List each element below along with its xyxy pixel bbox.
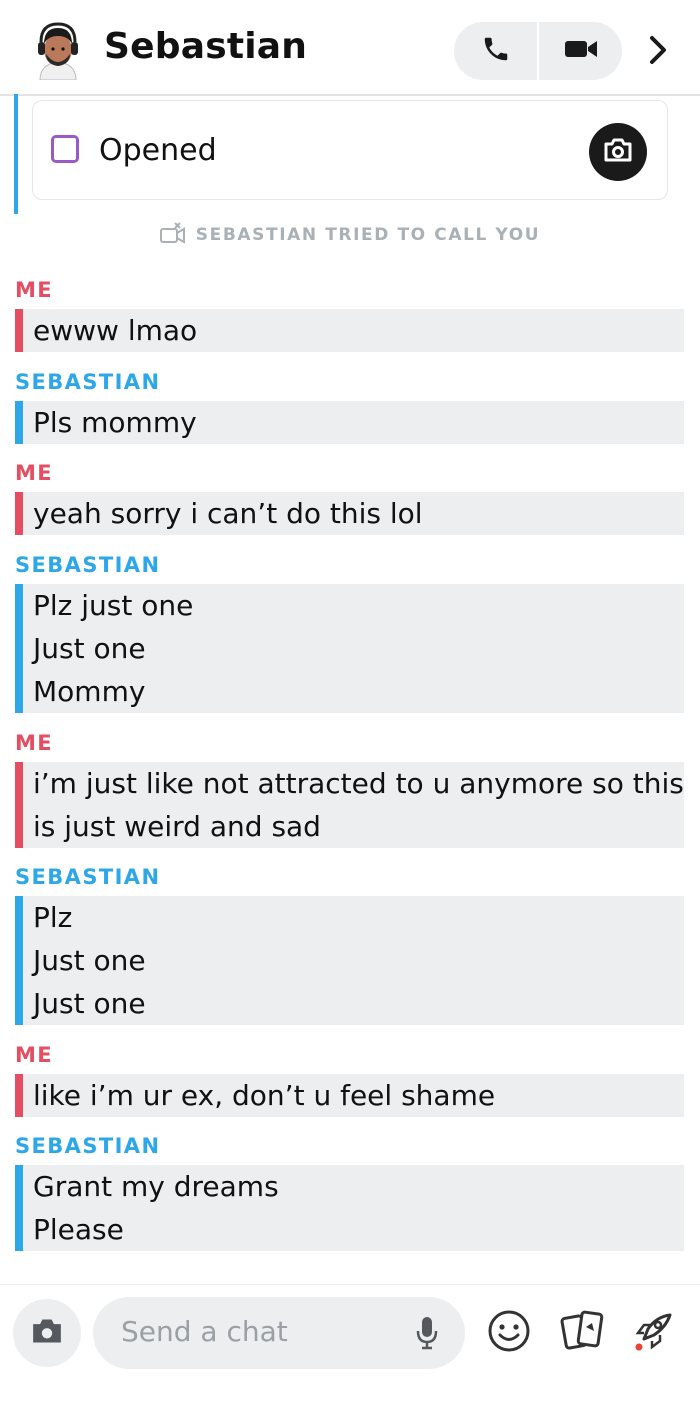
smiley-icon[interactable]	[485, 1307, 533, 1355]
message-sender: SEBASTIAN	[15, 1134, 161, 1158]
message-text: Just one	[33, 987, 146, 1020]
chat-footer: Send a chat	[0, 1284, 700, 1405]
message-text: Please	[33, 1213, 124, 1246]
message-text: Grant my dreams	[33, 1170, 279, 1203]
message-sender: ME	[15, 731, 54, 755]
cards-icon[interactable]	[558, 1307, 606, 1355]
message-bubble[interactable]: Plz Just one Just one	[15, 896, 684, 1025]
camera-icon	[29, 1316, 65, 1350]
camera-icon	[603, 137, 633, 167]
message-sender: SEBASTIAN	[15, 865, 161, 889]
message-bubble[interactable]: i’m just like not attracted to u anymore…	[15, 762, 684, 848]
message-sender: ME	[15, 1043, 54, 1067]
reply-camera-button[interactable]	[589, 123, 647, 181]
camera-button[interactable]	[13, 1299, 81, 1367]
chat-placeholder: Send a chat	[121, 1315, 288, 1348]
message-text: ewww lmao	[33, 314, 198, 347]
message-text: i’m just like not attracted to u anymore…	[33, 767, 684, 800]
chat-header: Sebastian	[0, 0, 700, 96]
message-bubble[interactable]: Pls mommy	[15, 401, 684, 444]
opened-label: Opened	[99, 133, 217, 168]
message-text: Just one	[33, 944, 146, 977]
message-text: Plz	[33, 901, 73, 934]
message-text: like i’m ur ex, don’t u feel shame	[33, 1079, 496, 1112]
message-bubble[interactable]: like i’m ur ex, don’t u feel shame	[15, 1074, 684, 1117]
video-camera-icon	[564, 37, 598, 65]
message-text: yeah sorry i can’t do this lol	[33, 497, 423, 530]
message-sender: SEBASTIAN	[15, 553, 161, 577]
missed-call-notice: SEBASTIAN TRIED TO CALL YOU	[0, 220, 700, 250]
message-text: Pls mommy	[33, 406, 197, 439]
bitmoji-avatar[interactable]	[30, 20, 86, 81]
message-sender: ME	[15, 278, 54, 302]
message-sender: ME	[15, 461, 54, 485]
video-call-button[interactable]	[539, 22, 622, 80]
opened-snap-card[interactable]: Opened	[32, 100, 668, 200]
message-bubble[interactable]: yeah sorry i can’t do this lol	[15, 492, 684, 535]
message-bubble[interactable]: Plz just one Just one Mommy	[15, 584, 684, 713]
message-bubble[interactable]: Grant my dreams Please	[15, 1165, 684, 1251]
contact-name[interactable]: Sebastian	[104, 26, 307, 67]
opened-status-icon	[51, 135, 79, 163]
chevron-right-icon[interactable]	[640, 32, 676, 68]
message-text: Just one	[33, 632, 146, 665]
call-controls	[454, 22, 622, 80]
message-text: is just weird and sad	[33, 810, 321, 843]
message-text: Plz just one	[33, 589, 194, 622]
missed-call-text: SEBASTIAN TRIED TO CALL YOU	[195, 225, 541, 245]
rocket-icon[interactable]	[630, 1307, 678, 1355]
send-chat-input[interactable]: Send a chat	[93, 1297, 465, 1369]
microphone-icon[interactable]	[409, 1313, 445, 1353]
missed-video-call-icon	[159, 222, 186, 248]
message-sender: SEBASTIAN	[15, 370, 161, 394]
phone-icon	[481, 34, 511, 68]
message-bubble[interactable]: ewww lmao	[15, 309, 684, 352]
voice-call-button[interactable]	[454, 22, 537, 80]
opened-indicator-bar	[14, 94, 18, 214]
message-text: Mommy	[33, 675, 146, 708]
